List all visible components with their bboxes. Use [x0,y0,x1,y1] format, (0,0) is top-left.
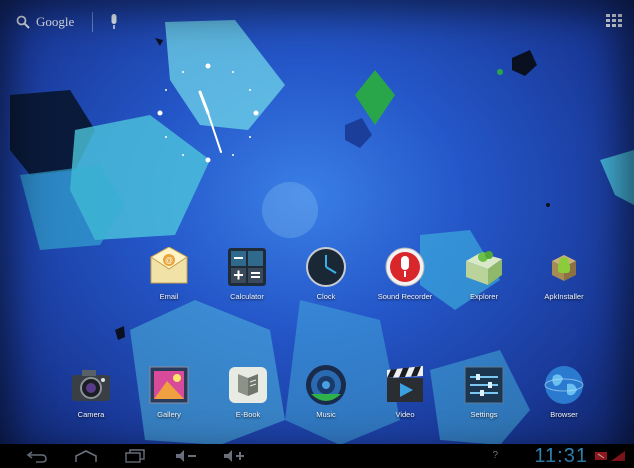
app-label: Video [395,410,415,419]
globe-icon[interactable] [542,363,586,407]
clock-dot [232,71,234,73]
google-search-bar[interactable]: Google [16,12,119,32]
app-settings[interactable]: Settings [444,363,524,419]
clock-dot [249,89,251,91]
help-indicator[interactable]: ? [492,450,498,461]
app-label: Camera [77,410,105,419]
app-apkinstaller[interactable]: ApkInstaller [524,245,604,301]
back-arrow-icon [26,451,47,463]
app-music[interactable]: Music [286,363,366,419]
clock-dot [182,71,184,73]
app-label: Explorer [470,292,498,301]
clock-dot [205,157,211,163]
app-label: ApkInstaller [544,292,584,301]
calculator-icon[interactable] [225,245,269,289]
volume-up-icon [224,450,244,462]
book-icon[interactable] [226,363,270,407]
app-label: Browser [550,410,578,419]
search-label[interactable]: Google [36,14,74,30]
all-apps-button[interactable] [606,14,622,28]
clock-dot [165,89,167,91]
svg-text:@: @ [165,256,173,265]
clock-minute-hand [207,112,222,153]
app-calculator[interactable]: Calculator [207,245,287,301]
volume-down-icon [176,450,196,462]
back-button[interactable] [26,448,48,464]
clock-dot [157,110,163,116]
home-screen: Google @ Email Calculator Clock Sound Re… [0,0,634,468]
app-explorer[interactable]: Explorer [444,245,524,301]
microphone-icon[interactable] [109,14,119,30]
search-icon[interactable] [16,15,30,29]
home-icon [75,450,97,462]
clock-dot [165,136,167,138]
app-label: Email [159,292,179,301]
app-label: Settings [470,410,498,419]
android-package-icon[interactable] [542,245,586,289]
clock-dot [205,63,211,69]
volume-down-button[interactable] [174,448,198,464]
email-icon[interactable]: @ [147,245,191,289]
app-camera[interactable]: Camera [51,363,131,419]
microphone-icon[interactable] [383,245,427,289]
speaker-icon[interactable] [304,363,348,407]
app-label: Gallery [157,410,181,419]
clock-dot [249,136,251,138]
status-clock[interactable]: 11:31 [534,445,588,468]
app-clock[interactable]: Clock [286,245,366,301]
volume-up-button[interactable] [222,448,246,464]
gallery-icon[interactable] [147,363,191,407]
usb-debug-icon [595,452,607,460]
app-browser[interactable]: Browser [524,363,604,419]
camera-icon[interactable] [69,363,113,407]
app-ebook[interactable]: E-Book [208,363,288,419]
clock-dot [232,154,234,156]
clapperboard-icon[interactable] [383,363,427,407]
app-label: Clock [316,292,336,301]
app-sound-recorder[interactable]: Sound Recorder [365,245,445,301]
sliders-icon[interactable] [462,363,506,407]
app-label: Calculator [230,292,264,301]
app-video[interactable]: Video [365,363,445,419]
folder-icon[interactable] [462,245,506,289]
signal-icon [611,451,625,461]
home-button[interactable] [74,448,98,464]
status-icons[interactable] [594,450,626,462]
recent-apps-button[interactable] [124,448,146,464]
system-bar: ? 11:31 [0,444,634,468]
recent-apps-icon [125,449,145,463]
clock-dot [182,154,184,156]
app-label: Music [316,410,336,419]
clock-icon[interactable] [304,245,348,289]
app-label: Sound Recorder [377,292,433,301]
clock-dot [253,110,259,116]
search-divider [92,12,94,32]
app-email[interactable]: @ Email [129,245,209,301]
app-gallery[interactable]: Gallery [129,363,209,419]
clock-hour-hand [198,90,210,115]
app-label: E-Book [235,410,261,419]
